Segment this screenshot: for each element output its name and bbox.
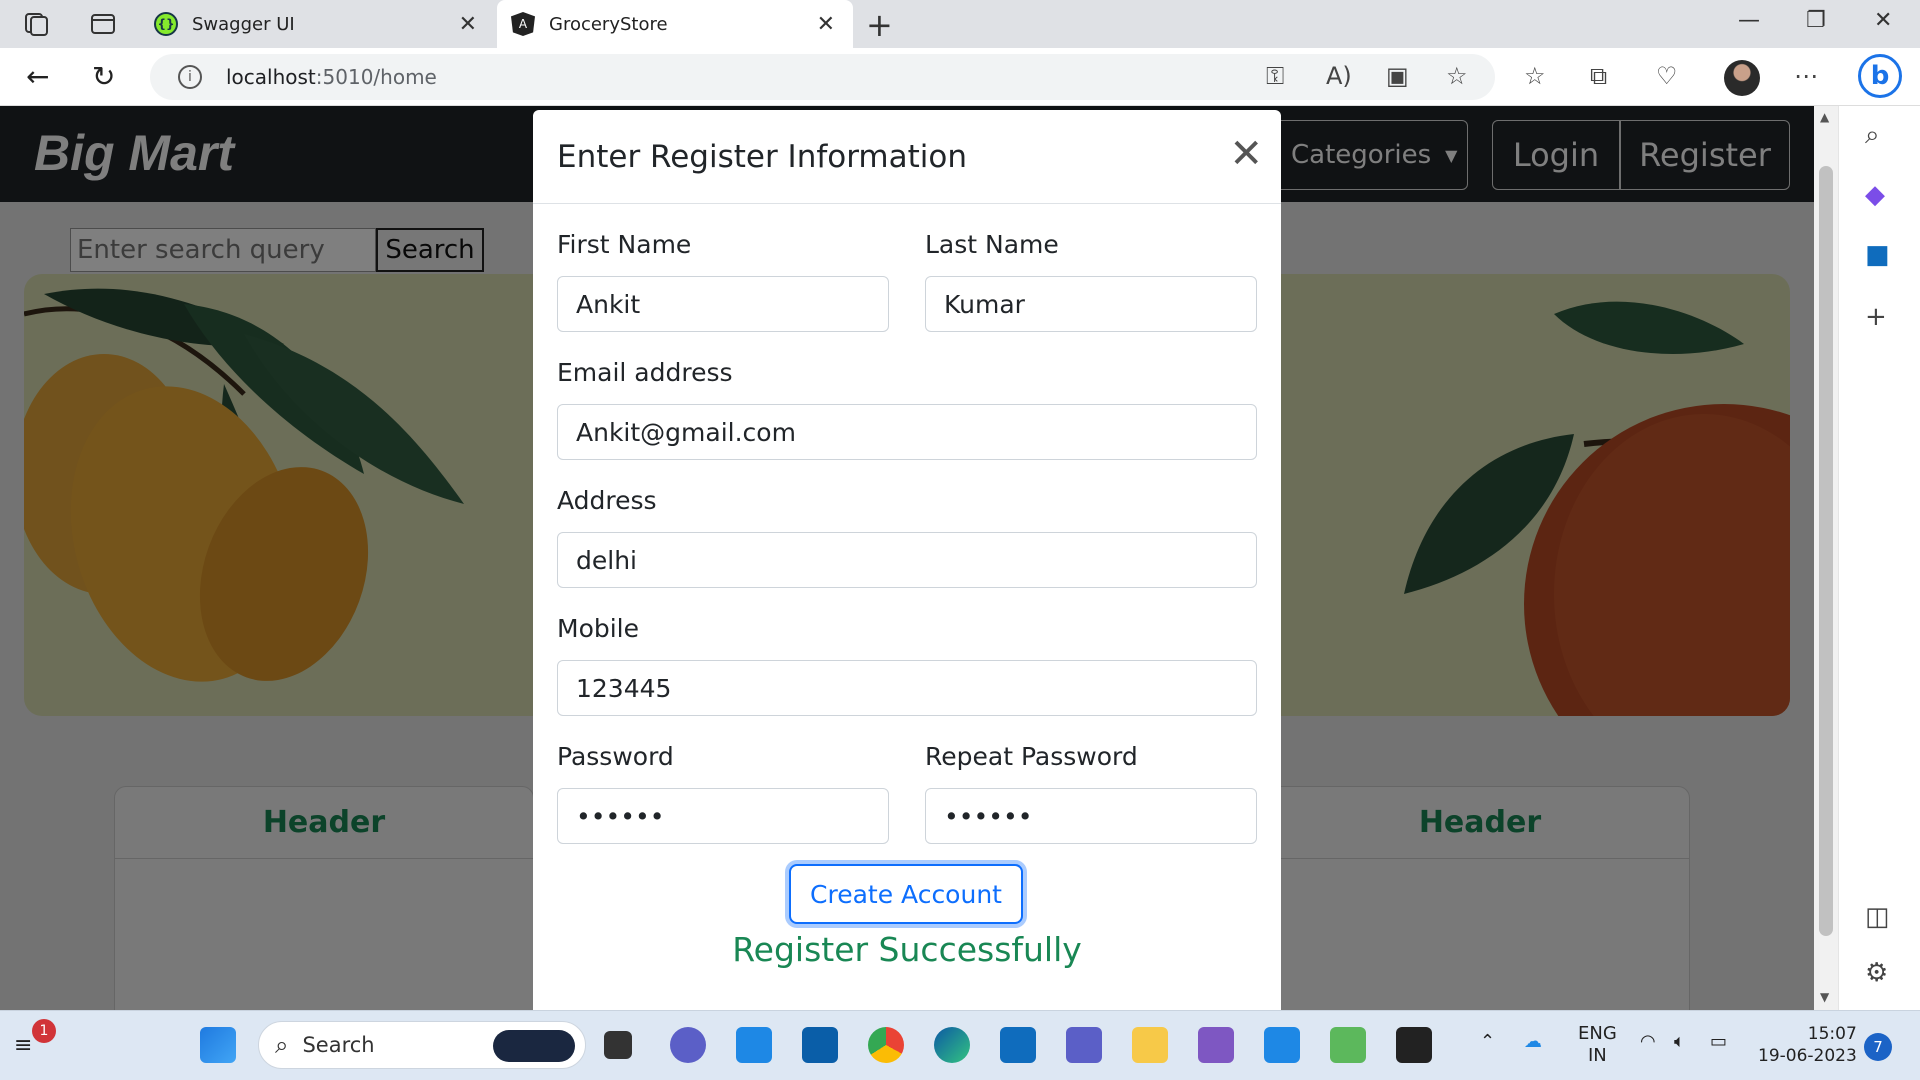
window-close-icon[interactable]: ✕ [1874, 8, 1892, 33]
windows-taskbar: ≡ 1 ⌕ Search ⌃ ☁ ENG IN ◠ 🔈︎ ▭ 15:07 19-… [0, 1010, 1920, 1080]
clock-time: 15:07 [1807, 1024, 1857, 1044]
password-field[interactable]: •••••• [557, 788, 889, 844]
search-icon[interactable]: ⌕ [1865, 120, 1880, 151]
visual-studio-icon[interactable] [1198, 1027, 1234, 1063]
search-icon: ⌕ [275, 1031, 289, 1059]
outlook-icon[interactable]: ■ [1865, 240, 1890, 270]
scroll-thumb[interactable] [1819, 166, 1833, 936]
copilot-icon[interactable]: ◆ [1865, 180, 1885, 210]
password-label: Password [557, 742, 674, 771]
battery-icon[interactable]: ▭ [1710, 1031, 1727, 1052]
notification-center-badge[interactable]: 7 [1864, 1033, 1892, 1061]
favorite-star-icon[interactable]: ☆ [1446, 62, 1468, 90]
register-modal: Enter Register Information ✕ First Name … [533, 110, 1281, 1010]
info-icon[interactable]: i [178, 65, 202, 89]
new-tab-icon[interactable]: + [866, 6, 893, 44]
teams-icon[interactable] [1066, 1027, 1102, 1063]
create-account-button[interactable]: Create Account [789, 864, 1023, 924]
swagger-icon: {} [154, 12, 178, 36]
clock-date: 19-06-2023 [1758, 1046, 1857, 1066]
taskbar-search[interactable]: ⌕ Search [258, 1021, 586, 1069]
url-host: localhost [226, 65, 316, 89]
bing-copilot-icon[interactable]: b [1858, 54, 1902, 98]
edge-sidebar: ⌕ ◆ ■ + ◫ ⚙ [1838, 106, 1920, 1010]
profile-avatar[interactable] [1724, 60, 1760, 96]
widgets-icon[interactable]: ≡ [14, 1033, 32, 1058]
onedrive-icon[interactable]: ☁ [1524, 1031, 1542, 1052]
modal-title: Enter Register Information [557, 138, 967, 175]
close-icon[interactable]: ✕ [817, 12, 835, 37]
email-label: Email address [557, 358, 733, 387]
taskbar-search-label: Search [302, 1033, 375, 1057]
tab-actions-icon[interactable] [88, 10, 118, 38]
close-icon[interactable]: ✕ [1229, 134, 1263, 174]
success-message: Register Successfully [732, 930, 1082, 969]
minimize-icon[interactable]: — [1738, 8, 1760, 33]
mobile-label: Mobile [557, 614, 640, 643]
read-aloud-icon[interactable]: A) [1326, 62, 1352, 90]
language-primary: ENG [1578, 1023, 1617, 1044]
url-field[interactable]: i localhost :5010/home [150, 54, 1495, 100]
task-view-icon[interactable] [604, 1031, 632, 1059]
language-secondary: IN [1588, 1045, 1607, 1066]
volume-icon[interactable]: 🔈︎ [1674, 1031, 1685, 1052]
restore-icon[interactable]: ❐ [1806, 8, 1826, 33]
key-icon[interactable]: ⚿ [1266, 62, 1284, 90]
outlook-taskbar-icon[interactable] [1000, 1027, 1036, 1063]
back-icon[interactable]: ← [26, 60, 49, 93]
chevron-up-icon[interactable]: ⌃ [1480, 1031, 1495, 1052]
edge-icon[interactable] [934, 1027, 970, 1063]
vscode-icon[interactable] [1264, 1027, 1300, 1063]
file-explorer-icon[interactable] [1132, 1027, 1168, 1063]
address-bar: ← ↻ i localhost :5010/home ⚿ A) ▣ ☆ ☆ ⧉ … [0, 48, 1920, 106]
angular-icon: A [511, 12, 535, 36]
immersive-reader-icon[interactable]: ▣ [1386, 62, 1409, 90]
browser-tab-strip: {} Swagger UI ✕ A GroceryStore ✕ + — ❐ ✕ [0, 0, 1920, 48]
repeat-password-label: Repeat Password [925, 742, 1138, 771]
add-icon[interactable]: + [1865, 302, 1887, 332]
tab-swagger[interactable]: {} Swagger UI ✕ [140, 0, 495, 48]
tab-label: Swagger UI [192, 13, 295, 35]
clock[interactable]: 15:07 19-06-2023 [1758, 1023, 1857, 1067]
last-name-field[interactable]: Kumar [925, 276, 1257, 332]
last-name-label: Last Name [925, 230, 1059, 259]
email-field[interactable]: Ankit@gmail.com [557, 404, 1257, 460]
workspaces-icon[interactable] [22, 10, 52, 38]
scroll-up-icon[interactable]: ▲ [1820, 110, 1829, 124]
more-icon[interactable]: ⋯ [1794, 62, 1818, 90]
search-highlight-icon [493, 1030, 575, 1062]
chrome-icon[interactable] [868, 1027, 904, 1063]
chat-icon[interactable] [670, 1027, 706, 1063]
first-name-field[interactable]: Ankit [557, 276, 889, 332]
start-icon[interactable] [200, 1027, 236, 1063]
mobile-field[interactable]: 123445 [557, 660, 1257, 716]
modal-header: Enter Register Information ✕ [533, 110, 1281, 204]
address-field[interactable]: delhi [557, 532, 1257, 588]
url-path: :5010/home [315, 65, 437, 89]
close-icon[interactable]: ✕ [459, 12, 477, 37]
azure-icon[interactable] [802, 1027, 838, 1063]
address-label: Address [557, 486, 657, 515]
store-icon[interactable] [736, 1027, 772, 1063]
sidebar-toggle-icon[interactable]: ◫ [1865, 902, 1890, 932]
browser-essentials-icon[interactable]: ♡ [1656, 62, 1678, 90]
language-indicator[interactable]: ENG IN [1578, 1023, 1617, 1067]
repeat-password-field[interactable]: •••••• [925, 788, 1257, 844]
snipping-tool-icon[interactable] [1330, 1027, 1366, 1063]
refresh-icon[interactable]: ↻ [92, 60, 115, 93]
widget-badge: 1 [32, 1019, 56, 1043]
scroll-down-icon[interactable]: ▼ [1820, 990, 1829, 1004]
settings-icon[interactable]: ⚙ [1865, 958, 1888, 988]
wifi-icon[interactable]: ◠ [1640, 1031, 1656, 1052]
collections-icon[interactable]: ⧉ [1590, 62, 1607, 90]
terminal-icon[interactable] [1396, 1027, 1432, 1063]
first-name-label: First Name [557, 230, 692, 259]
tab-grocerystore[interactable]: A GroceryStore ✕ [497, 0, 853, 48]
favorites-icon[interactable]: ☆ [1524, 62, 1546, 90]
tab-label: GroceryStore [549, 13, 668, 35]
page-scrollbar[interactable]: ▲ ▼ [1814, 106, 1838, 1010]
